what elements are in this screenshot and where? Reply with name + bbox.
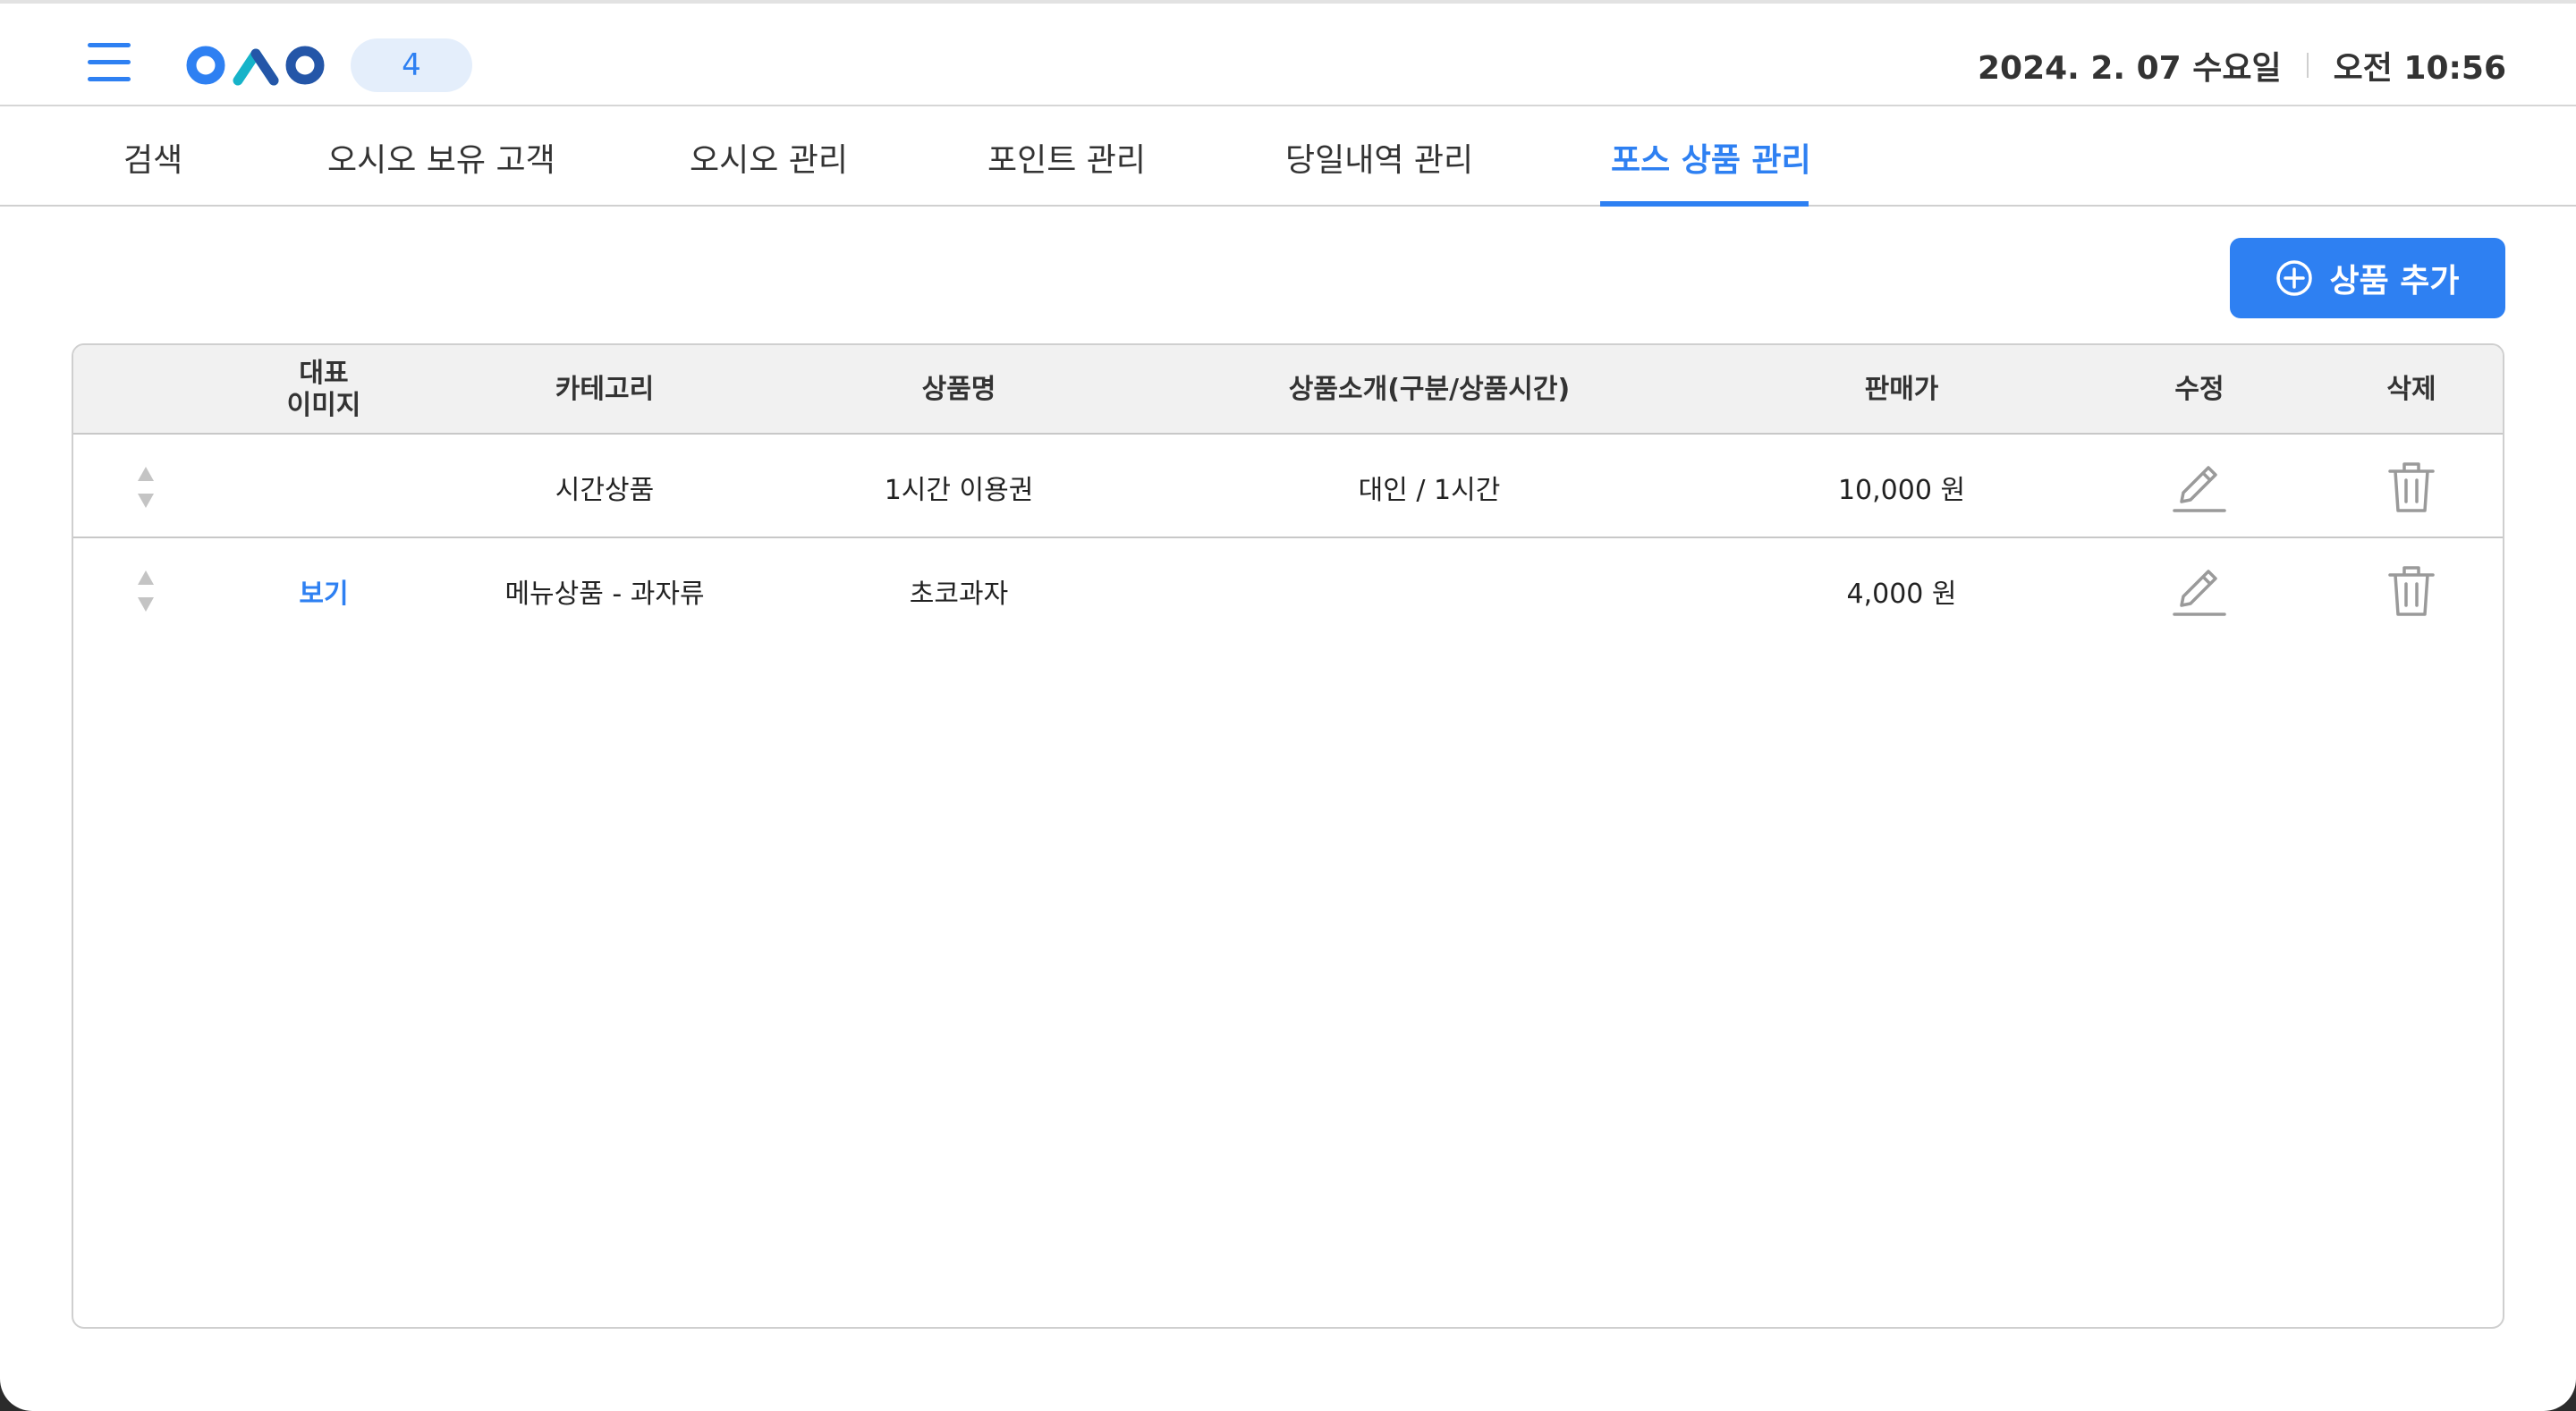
col-header-price: 판매가 [1864,374,1939,405]
add-product-button[interactable]: 상품 추가 [2230,238,2505,318]
col-header-image-line1: 대표 [299,358,349,389]
col-header-image-line2: 이미지 [286,390,361,421]
table-row: 시간상품 1시간 이용권 대인 / 1시간 10,000 원 [73,436,2503,538]
oao-logo [186,46,325,86]
row-category: 메뉴상품 - 과자류 [504,579,705,610]
row-product-name: 1시간 이용권 [884,475,1034,506]
datetime-display: 2024. 2. 07 수요일 오전 10:56 [1978,43,2506,88]
main-tabs: 검색 오시오 보유 고객 오시오 관리 포인트 관리 당일내역 관리 포스 상품… [0,108,2576,207]
col-header-intro: 상품소개(구분/상품시간) [1288,374,1571,405]
product-table: 대표 이미지 카테고리 상품명 상품소개(구분/상품시간) 판매가 수정 삭제 … [72,343,2504,1329]
row-price: 4,000 원 [1846,579,1957,610]
hamburger-menu-icon[interactable] [88,43,132,82]
table-header: 대표 이미지 카테고리 상품명 상품소개(구분/상품시간) 판매가 수정 삭제 [73,345,2503,435]
row-price: 10,000 원 [1837,475,1966,506]
tab-osio-management[interactable]: 오시오 관리 [690,108,848,207]
col-header-edit: 수정 [2174,374,2224,405]
tab-search[interactable]: 검색 [123,108,182,207]
col-header-name: 상품명 [921,374,996,405]
current-date: 2024. 2. 07 수요일 [1977,50,2282,87]
add-product-label: 상품 추가 [2329,263,2460,300]
col-header-image: 대표 이미지 [287,345,361,435]
col-header-delete: 삭제 [2386,374,2436,405]
active-tab-indicator [1600,201,1809,207]
tab-daily-history[interactable]: 당일내역 관리 [1285,108,1473,207]
trash-icon [2388,566,2435,616]
row-category: 시간상품 [555,475,655,506]
tab-osio-customers[interactable]: 오시오 보유 고객 [327,108,555,207]
edit-button[interactable] [2171,540,2228,642]
row-product-name: 초코과자 [909,579,1009,610]
col-header-category: 카테고리 [555,374,655,405]
pencil-icon [2173,570,2226,616]
row-product-intro: 대인 / 1시간 [1358,475,1501,506]
edit-button[interactable] [2171,436,2228,538]
plus-circle-icon [2276,260,2313,296]
delete-button[interactable] [2385,540,2438,642]
row-image-link[interactable]: 보기 [299,540,348,642]
sort-arrows-icon[interactable] [136,463,156,511]
app-header: 4 2024. 2. 07 수요일 오전 10:56 [0,4,2576,106]
datetime-divider [2306,53,2309,78]
delete-button[interactable] [2385,436,2438,538]
sort-arrows-icon[interactable] [136,567,156,615]
trash-icon [2388,462,2435,512]
tab-point-management[interactable]: 포인트 관리 [987,108,1146,207]
count-badge: 4 [351,38,472,92]
app-window: 4 2024. 2. 07 수요일 오전 10:56 검색 오시오 보유 고객 … [0,0,2576,1411]
tab-pos-products[interactable]: 포스 상품 관리 [1611,108,1811,207]
current-time: 오전 10:56 [2333,50,2506,87]
table-row: 보기 메뉴상품 - 과자류 초코과자 4,000 원 [73,540,2503,642]
pencil-icon [2173,466,2226,512]
